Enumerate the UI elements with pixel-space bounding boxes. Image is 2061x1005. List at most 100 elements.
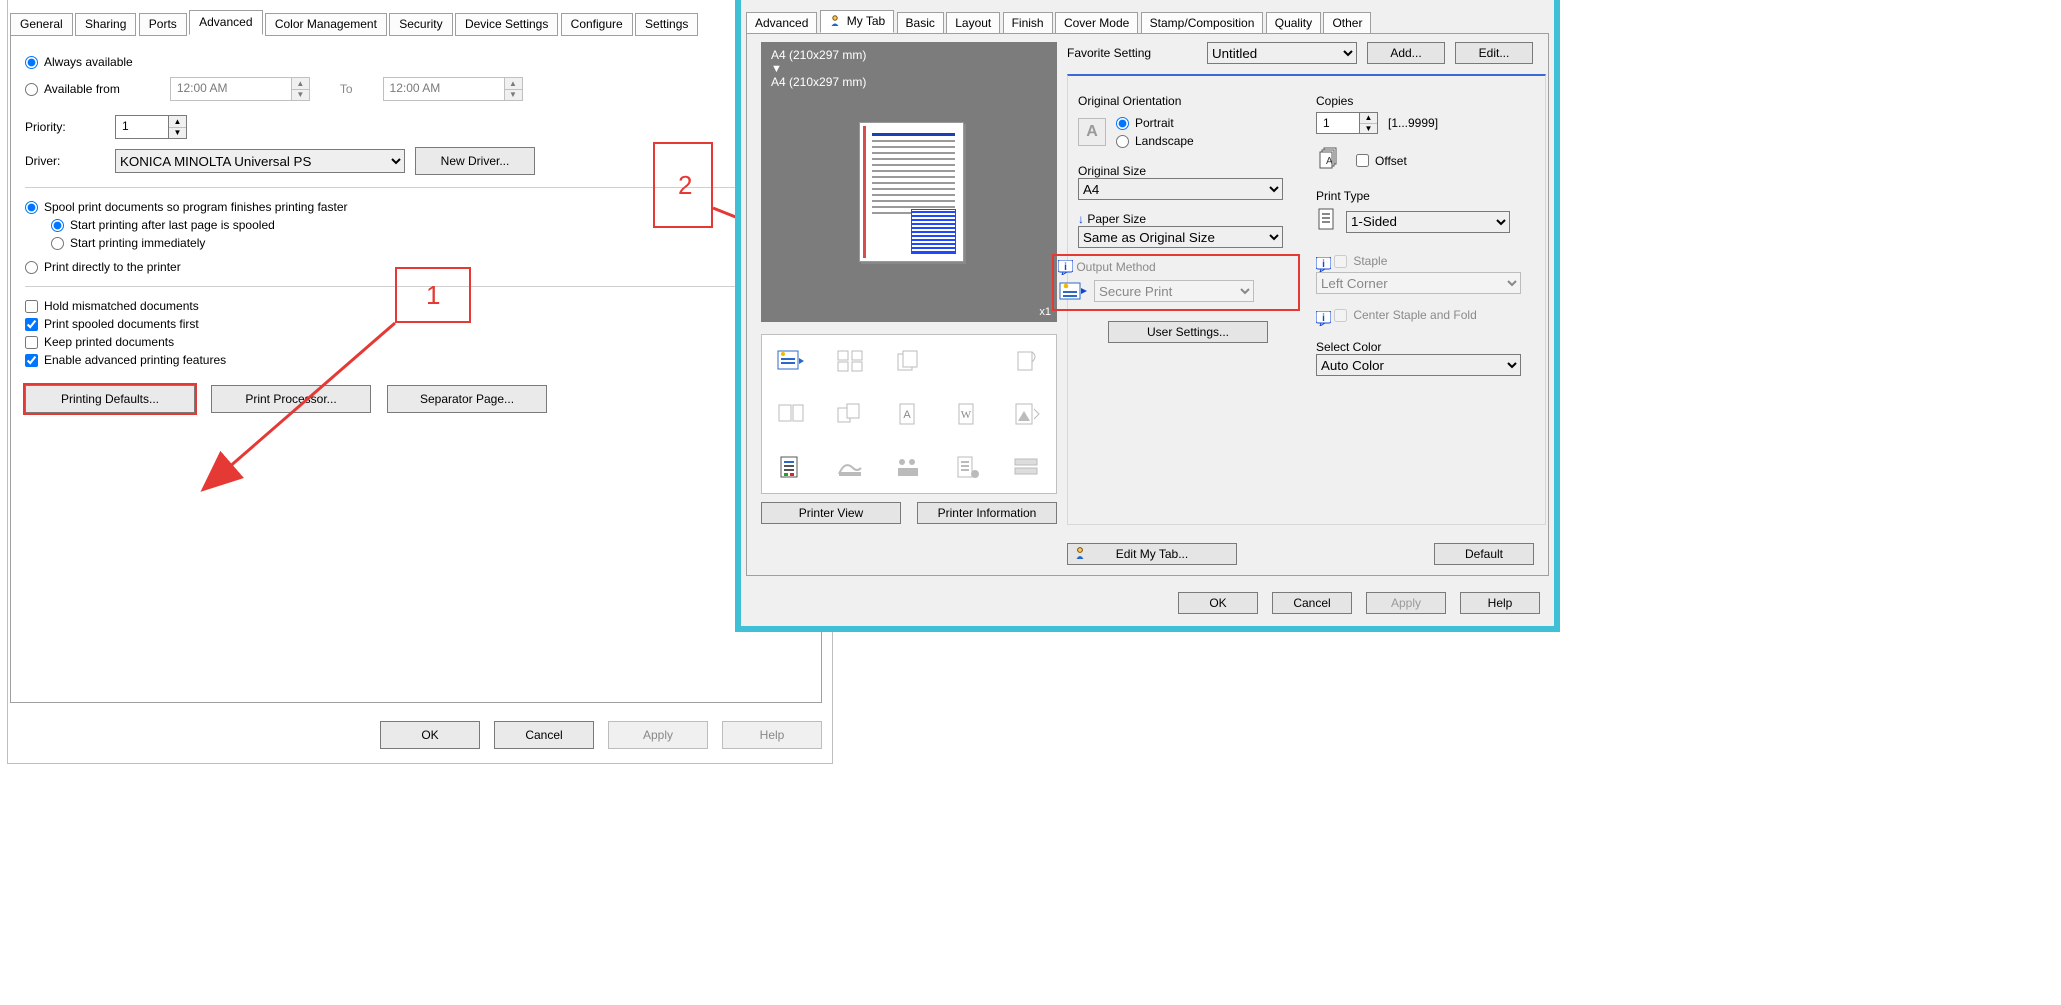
cancel-button[interactable]: Cancel [1272,592,1352,614]
spin-down-icon[interactable]: ▼ [169,128,186,139]
tab-other[interactable]: Other [1323,12,1371,35]
spool-after-last-label: Start printing after last page is spoole… [70,218,275,232]
original-size-select[interactable]: A4 [1078,178,1283,200]
tab-basic[interactable]: Basic [897,12,944,35]
tab-layout[interactable]: Layout [946,12,1000,35]
spooled-first-label: Print spooled documents first [44,317,199,331]
center-staple-label: Center Staple and Fold [1353,308,1476,322]
svg-text:A: A [903,409,911,421]
ok-button[interactable]: OK [1178,592,1258,614]
tab-finish[interactable]: Finish [1003,12,1053,35]
svg-text:i: i [1322,313,1325,324]
add-favorite-button[interactable]: Add... [1367,42,1445,64]
apply-button: Apply [1366,592,1446,614]
properties-footer: OK Cancel Apply Help [8,721,822,749]
copies-title: Copies [1316,94,1526,108]
new-driver-button[interactable]: New Driver... [415,147,535,175]
spin-up-icon[interactable]: ▲ [169,116,186,128]
landscape-radio[interactable]: Landscape [1116,134,1194,148]
portrait-radio[interactable]: Portrait [1116,116,1194,130]
priority-label: Priority: [25,120,105,134]
spin-down-icon[interactable]: ▼ [1360,124,1377,134]
down-arrow-blue-icon: ↓ [1078,212,1084,226]
option-icon[interactable] [997,388,1056,441]
enable-adv-check[interactable]: Enable advanced printing features [25,353,807,367]
select-color-select[interactable]: Auto Color [1316,354,1521,376]
secure-print-icon [1058,279,1088,303]
option-icon[interactable] [821,388,880,441]
paper-size-title: ↓ Paper Size [1078,212,1298,226]
option-icon[interactable] [997,335,1056,388]
time-from-value: 12:00 AM [171,78,291,100]
option-icon[interactable]: W [938,388,997,441]
always-available-radio[interactable]: Always available [25,55,807,69]
spin-up-icon: ▲ [505,78,522,90]
available-from-label: Available from [44,82,120,96]
svg-text:i: i [1322,259,1325,270]
print-processor-button[interactable]: Print Processor... [211,385,371,413]
available-from-radio[interactable]: Available from [25,82,120,96]
info-icon[interactable]: i [1316,257,1331,272]
offset-check[interactable]: Offset [1356,154,1407,168]
to-label: To [340,82,353,96]
apply-button: Apply [608,721,708,749]
help-button[interactable]: Help [1460,592,1540,614]
option-icon[interactable] [762,335,821,388]
option-icon[interactable] [762,440,821,493]
option-icon[interactable] [762,388,821,441]
spin-up-icon[interactable]: ▲ [1360,113,1377,124]
option-icon[interactable] [821,440,880,493]
ok-button[interactable]: OK [380,721,480,749]
page-preview: A4 (210x297 mm) ▼ A4 (210x297 mm) x1 [761,42,1057,322]
preview-multiplier: x1 [1039,306,1051,318]
spin-down-icon: ▼ [292,90,309,101]
option-icon[interactable] [821,335,880,388]
tab-stamp-composition[interactable]: Stamp/Composition [1141,12,1264,35]
tab-cover-mode[interactable]: Cover Mode [1055,12,1138,35]
user-settings-button[interactable]: User Settings... [1108,321,1268,343]
advanced-tab-body: Always available Available from 12:00 AM… [10,33,822,703]
tab-my-tab[interactable]: My Tab [820,10,894,33]
option-icon[interactable]: A [880,388,939,441]
time-to-spinner: 12:00 AM ▲▼ [383,77,523,101]
option-icon[interactable] [880,335,939,388]
settings-form: Original Orientation A Portrait Landscap… [1067,74,1546,525]
staple-select: Left Corner [1316,272,1521,294]
offset-label: Offset [1375,154,1407,168]
option-icon[interactable] [997,440,1056,493]
down-arrow-icon: ▼ [761,63,1057,75]
info-icon[interactable]: i [1058,260,1073,275]
cancel-button[interactable]: Cancel [494,721,594,749]
option-icon[interactable] [880,440,939,493]
separator-page-button[interactable]: Separator Page... [387,385,547,413]
printing-defaults-button[interactable]: Printing Defaults... [25,385,195,413]
tab-quality[interactable]: Quality [1266,12,1321,35]
priority-spinner[interactable]: 1 ▲▼ [115,115,187,139]
center-staple-check: Center Staple and Fold [1334,308,1476,322]
favorite-setting-select[interactable]: Untitled [1207,42,1357,64]
paper-size-select[interactable]: Same as Original Size [1078,226,1283,248]
default-button[interactable]: Default [1434,543,1534,565]
option-icon-grid: A W [761,334,1057,494]
print-type-select[interactable]: 1-Sided [1346,211,1510,233]
keep-printed-check[interactable]: Keep printed documents [25,335,807,349]
printer-information-button[interactable]: Printer Information [917,502,1057,524]
edit-my-tab-button[interactable]: Edit My Tab... [1067,543,1237,565]
tab-advanced[interactable]: Advanced [189,10,262,35]
hold-mismatched-label: Hold mismatched documents [44,299,199,313]
edit-favorite-button[interactable]: Edit... [1455,42,1533,64]
properties-tabs: General Sharing Ports Advanced Color Man… [10,10,832,34]
output-method-highlight: i Output Method Secure Print [1052,254,1300,311]
option-icon[interactable] [938,440,997,493]
select-color-title: Select Color [1316,340,1526,354]
printer-view-button[interactable]: Printer View [761,502,901,524]
copies-range: [1...9999] [1388,116,1438,130]
spool-immediate-radio[interactable]: Start printing immediately [51,236,807,250]
orientation-title: Original Orientation [1078,94,1298,108]
printer-properties-dialog: General Sharing Ports Advanced Color Man… [7,0,833,764]
orientation-preview-icon: A [1078,118,1106,146]
info-icon[interactable]: i [1316,311,1331,326]
tab-driver-advanced[interactable]: Advanced [746,12,817,35]
copies-spinner[interactable]: 1 ▲▼ [1316,112,1378,134]
driver-select[interactable]: KONICA MINOLTA Universal PS [115,149,405,173]
